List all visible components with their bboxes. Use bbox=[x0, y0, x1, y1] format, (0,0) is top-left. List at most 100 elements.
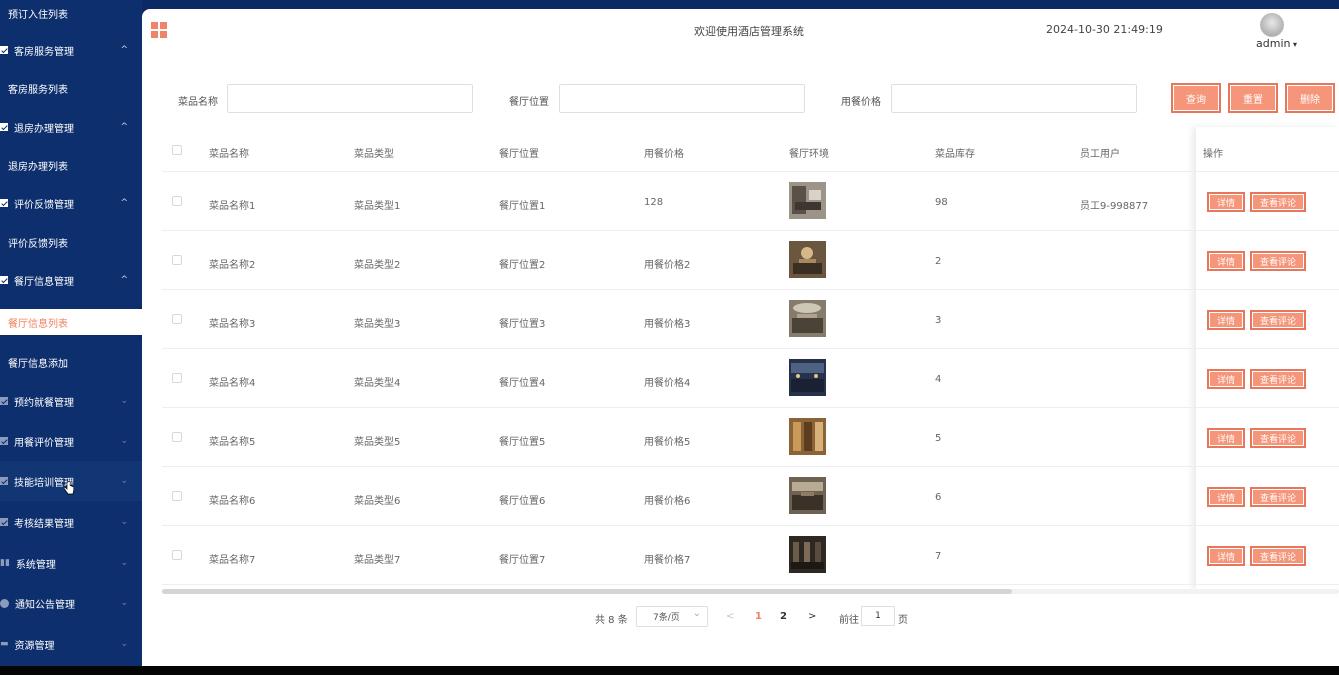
view-review-button[interactable]: 查看评论 bbox=[1250, 251, 1306, 271]
sidebar-item-assessment-management[interactable]: 考核结果管理 ⌄ bbox=[0, 509, 142, 535]
view-review-button[interactable]: 查看评论 bbox=[1250, 546, 1306, 566]
table-header: 菜品名称 菜品类型 餐厅位置 用餐价格 餐厅环境 菜品库存 员工用户 操作 bbox=[162, 127, 1339, 172]
row-checkbox[interactable] bbox=[172, 255, 182, 265]
sidebar-item-label: 评价反馈管理 bbox=[14, 199, 74, 211]
restaurant-photo[interactable] bbox=[789, 300, 826, 337]
detail-button[interactable]: 详情 bbox=[1207, 310, 1245, 330]
page-2-button[interactable]: 2 bbox=[780, 611, 787, 622]
sidebar-item-restaurant-list[interactable]: 餐厅信息列表 bbox=[0, 309, 142, 335]
grid-menu-icon[interactable] bbox=[151, 22, 167, 38]
row-checkbox[interactable] bbox=[172, 491, 182, 501]
user-menu[interactable]: admin bbox=[1256, 37, 1297, 50]
sidebar-item-room-service-list[interactable]: 客房服务列表 bbox=[0, 75, 142, 101]
cell-dish-type: 菜品类型7 bbox=[354, 555, 401, 566]
table-row: 菜品名称7 菜品类型7 餐厅位置7 用餐价格7 7 详情 查看评论 bbox=[162, 526, 1339, 585]
next-page-button[interactable]: > bbox=[808, 611, 816, 622]
checkbox-icon bbox=[0, 518, 8, 526]
cell-location: 餐厅位置2 bbox=[499, 260, 546, 271]
sidebar-item-label: 考核结果管理 bbox=[14, 518, 74, 530]
cell-stock: 98 bbox=[935, 197, 948, 208]
view-review-button[interactable]: 查看评论 bbox=[1250, 310, 1306, 330]
checkbox-icon bbox=[0, 477, 8, 485]
cell-stock: 4 bbox=[935, 374, 942, 385]
restaurant-photo[interactable] bbox=[789, 477, 826, 514]
column-header-dish-type: 菜品类型 bbox=[354, 149, 394, 160]
restaurant-photo[interactable] bbox=[789, 359, 826, 396]
detail-button[interactable]: 详情 bbox=[1207, 487, 1245, 507]
cell-location: 餐厅位置1 bbox=[499, 201, 546, 212]
view-review-button[interactable]: 查看评论 bbox=[1250, 428, 1306, 448]
restaurant-photo[interactable] bbox=[789, 241, 826, 278]
row-checkbox[interactable] bbox=[172, 373, 182, 383]
cell-price: 用餐价格4 bbox=[644, 378, 691, 389]
checkbox-icon bbox=[0, 276, 8, 284]
sidebar-item-restaurant-management[interactable]: 餐厅信息管理 ^ bbox=[0, 267, 142, 293]
cell-price: 用餐价格2 bbox=[644, 260, 691, 271]
sidebar-item-notice-management[interactable]: 通知公告管理 ⌄ bbox=[0, 590, 142, 616]
cell-location: 餐厅位置7 bbox=[499, 555, 546, 566]
chevron-up-icon: ^ bbox=[120, 275, 128, 285]
cell-dish-name: 菜品名称5 bbox=[209, 437, 256, 448]
restaurant-photo[interactable] bbox=[789, 182, 826, 219]
sidebar-item-label: 用餐评价管理 bbox=[14, 437, 74, 449]
cell-location: 餐厅位置3 bbox=[499, 319, 546, 330]
sidebar-item-label: 预订入住列表 bbox=[8, 9, 68, 21]
row-checkbox[interactable] bbox=[172, 550, 182, 560]
query-button[interactable]: 查询 bbox=[1171, 83, 1221, 113]
checkbox-icon bbox=[0, 123, 8, 131]
sidebar-item-dining-reservation-management[interactable]: 预约就餐管理 ⌄ bbox=[0, 388, 142, 414]
view-review-button[interactable]: 查看评论 bbox=[1250, 369, 1306, 389]
detail-button[interactable]: 详情 bbox=[1207, 428, 1245, 448]
sidebar-item-label: 预约就餐管理 bbox=[14, 397, 74, 409]
sidebar-item-room-service-management[interactable]: 客房服务管理 ^ bbox=[0, 37, 142, 63]
view-review-button[interactable]: 查看评论 bbox=[1250, 487, 1306, 507]
page-size-select[interactable]: 7条/页 bbox=[636, 606, 708, 627]
chevron-down-icon: ⌄ bbox=[120, 639, 128, 649]
bottom-edge bbox=[0, 666, 1339, 675]
cell-dish-name: 菜品名称6 bbox=[209, 496, 256, 507]
row-checkbox[interactable] bbox=[172, 314, 182, 324]
sidebar-item-feedback-management[interactable]: 评价反馈管理 ^ bbox=[0, 190, 142, 216]
sidebar-item-checkout-management[interactable]: 退房办理管理 ^ bbox=[0, 114, 142, 140]
sidebar-item-resource-management[interactable]: ▬ 资源管理 ⌄ bbox=[0, 631, 142, 657]
goto-page-input[interactable]: 1 bbox=[861, 606, 895, 626]
table-row: 菜品名称2 菜品类型2 餐厅位置2 用餐价格2 2 详情 查看评论 bbox=[162, 231, 1339, 290]
restaurant-photo[interactable] bbox=[789, 418, 826, 455]
view-review-button[interactable]: 查看评论 bbox=[1250, 192, 1306, 212]
sidebar-item-feedback-list[interactable]: 评价反馈列表 bbox=[0, 229, 142, 255]
page-1-button[interactable]: 1 bbox=[755, 611, 762, 622]
horizontal-scrollbar[interactable] bbox=[162, 589, 1012, 594]
detail-button[interactable]: 详情 bbox=[1207, 546, 1245, 566]
sidebar-item-booking-checkin-list[interactable]: 预订入住列表 bbox=[0, 0, 142, 26]
delete-button[interactable]: 删除 bbox=[1285, 83, 1335, 113]
chevron-up-icon: ^ bbox=[120, 122, 128, 132]
column-header-staff: 员工用户 bbox=[1080, 149, 1120, 160]
detail-button[interactable]: 详情 bbox=[1207, 369, 1245, 389]
detail-button[interactable]: 详情 bbox=[1207, 251, 1245, 271]
reset-button[interactable]: 重置 bbox=[1228, 83, 1278, 113]
sidebar-item-label: 系统管理 bbox=[15, 559, 56, 571]
sidebar-item-restaurant-add[interactable]: 餐厅信息添加 bbox=[0, 349, 142, 375]
checkbox-icon bbox=[0, 397, 8, 405]
row-checkbox[interactable] bbox=[172, 432, 182, 442]
sidebar-item-system-management[interactable]: ▮▮ 系统管理 ⌄ bbox=[0, 550, 142, 576]
sidebar-item-dining-review-management[interactable]: 用餐评价管理 ⌄ bbox=[0, 428, 142, 454]
prev-page-button[interactable]: < bbox=[726, 611, 734, 622]
detail-button[interactable]: 详情 bbox=[1207, 192, 1245, 212]
sidebar-item-label: 餐厅信息列表 bbox=[8, 318, 68, 330]
cell-stock: 5 bbox=[935, 433, 942, 444]
sidebar-item-checkout-list[interactable]: 退房办理列表 bbox=[0, 152, 142, 178]
column-header-stock: 菜品库存 bbox=[935, 149, 975, 160]
location-input[interactable] bbox=[559, 84, 805, 113]
chevron-up-icon: ^ bbox=[120, 45, 128, 55]
price-input[interactable] bbox=[891, 84, 1137, 113]
row-checkbox[interactable] bbox=[172, 196, 182, 206]
info-icon bbox=[0, 598, 9, 608]
location-label: 餐厅位置 bbox=[509, 97, 549, 108]
sidebar-item-label: 客房服务管理 bbox=[14, 46, 74, 58]
sidebar-item-label: 退房办理管理 bbox=[14, 123, 74, 135]
select-all-checkbox[interactable] bbox=[172, 145, 182, 155]
avatar[interactable] bbox=[1260, 13, 1284, 37]
restaurant-photo[interactable] bbox=[789, 536, 826, 573]
dish-name-input[interactable] bbox=[227, 84, 473, 113]
